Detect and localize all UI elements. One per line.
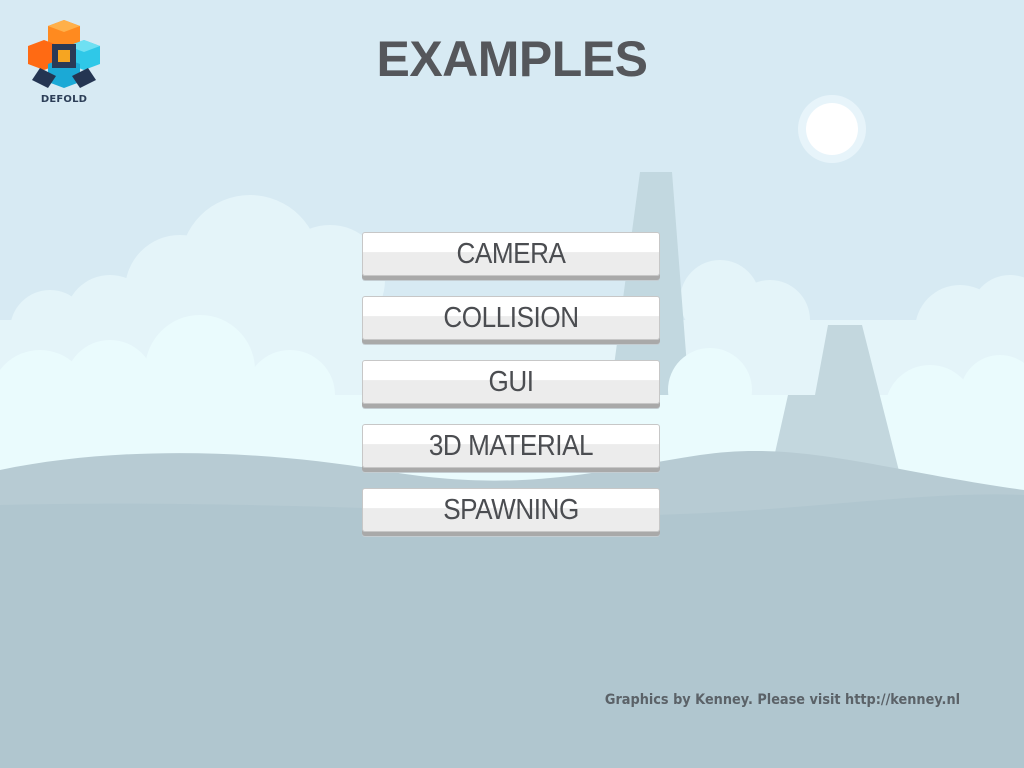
camera-button[interactable]: CAMERA xyxy=(362,232,660,276)
logo-text: DEFOLD xyxy=(40,94,88,105)
examples-menu: CAMERA COLLISION GUI 3D MATERIAL SPAWNIN… xyxy=(362,232,662,552)
page-title: EXAMPLES xyxy=(376,31,648,87)
gui-button[interactable]: GUI xyxy=(362,360,660,404)
collision-button-label: COLLISION xyxy=(443,302,579,334)
gui-button-label: GUI xyxy=(488,366,534,398)
spawning-button[interactable]: SPAWNING xyxy=(362,488,660,532)
3d-material-button[interactable]: 3D MATERIAL xyxy=(362,424,660,468)
collision-button[interactable]: COLLISION xyxy=(362,296,660,340)
sun xyxy=(806,103,858,155)
3d-material-button-label: 3D MATERIAL xyxy=(428,430,594,462)
credits-text: Graphics by Kenney. Please visit http://… xyxy=(604,692,960,708)
camera-button-label: CAMERA xyxy=(456,238,566,270)
spawning-button-label: SPAWNING xyxy=(443,494,579,526)
